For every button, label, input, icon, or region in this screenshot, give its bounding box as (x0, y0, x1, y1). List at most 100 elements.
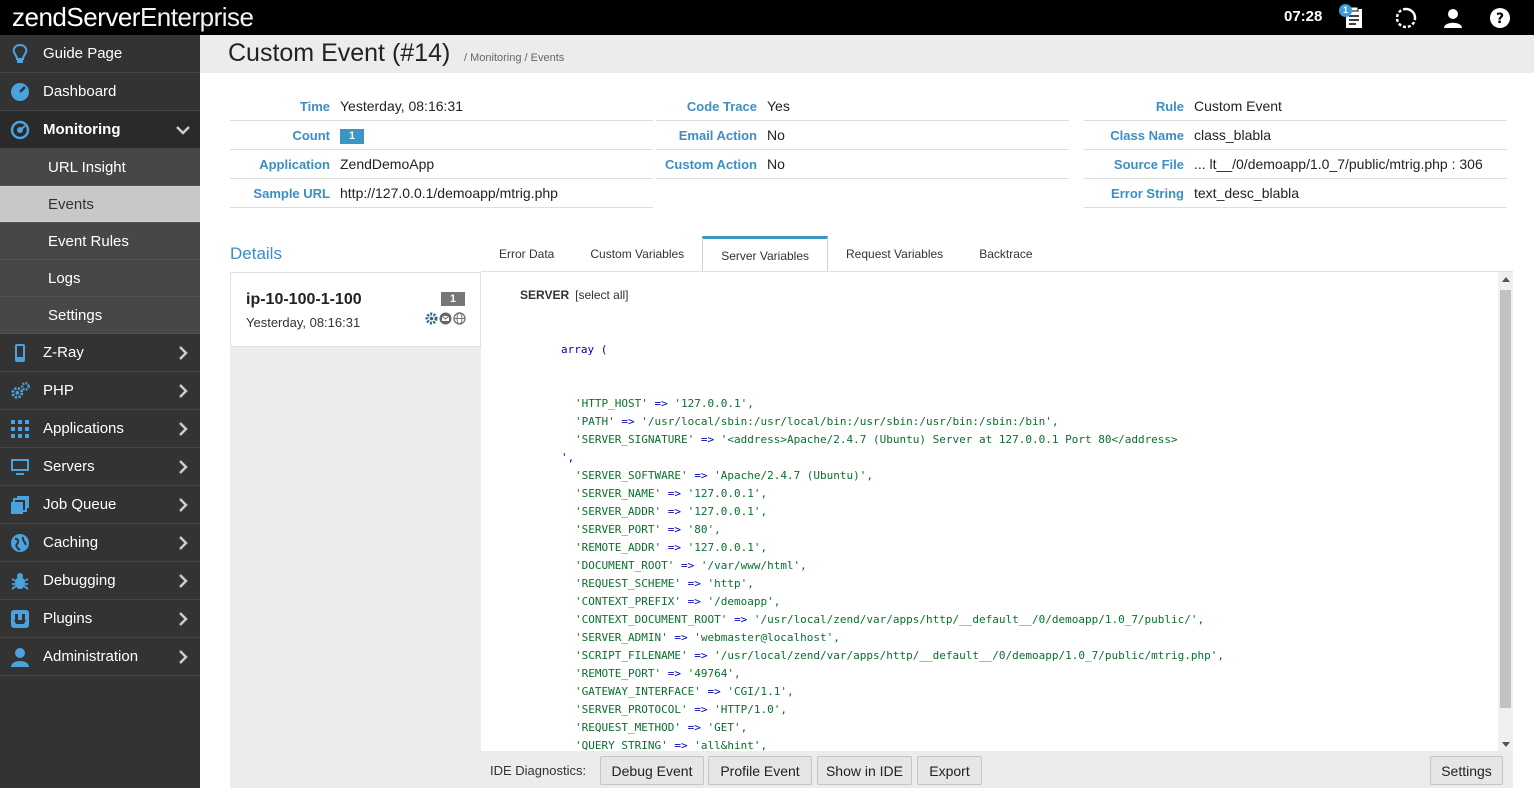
scroll-down-arrow[interactable] (1502, 742, 1510, 747)
help-icon[interactable]: ? (1488, 6, 1512, 30)
monitoring-icon (10, 120, 30, 140)
info-label: Class Name (1110, 127, 1184, 143)
scrollbar[interactable] (1498, 272, 1513, 751)
sidebar-item-servers[interactable]: Servers (0, 448, 200, 486)
info-value: Yes (767, 98, 790, 114)
server-card[interactable]: ip-10-100-1-100 Yesterday, 08:16:31 1 (230, 272, 481, 347)
array-open: array ( (561, 343, 608, 356)
server-count-badge: 1 (440, 292, 465, 306)
ide-diagnostics-label: IDE Diagnostics: (490, 763, 587, 778)
profile-event-button[interactable]: Profile Event (708, 756, 812, 785)
section-name: SERVER (520, 288, 570, 302)
sidebar-item-label: Dashboard (43, 83, 117, 100)
lightbulb-icon (10, 44, 30, 64)
code-line: 'SERVER_PORT' => '80', (575, 523, 721, 536)
chevron-right-icon (179, 460, 188, 474)
breadcrumb[interactable]: / Monitoring / Events (464, 52, 564, 64)
sidebar-item-label: PHP (43, 382, 74, 399)
refresh-icon[interactable] (1394, 6, 1418, 30)
globe-icon[interactable] (453, 312, 466, 325)
person-icon (10, 647, 30, 667)
mobile-icon (10, 343, 30, 363)
settings-button[interactable]: Settings (1430, 756, 1503, 785)
logo[interactable]: zendServerEnterprise (12, 2, 254, 32)
sidebar-sub-logs[interactable]: Logs (0, 260, 200, 297)
sidebar-item-job-queue[interactable]: Job Queue (0, 486, 200, 524)
title-bar: Custom Event (#14) / Monitoring / Events (200, 35, 1534, 73)
tab-server-variables[interactable]: Server Variables (702, 236, 829, 272)
sidebar-sub-event-rules[interactable]: Event Rules (0, 223, 200, 260)
info-column-1: Time Yesterday, 08:16:31 Count 1 Applica… (230, 92, 653, 208)
info-label: Sample URL (253, 185, 330, 201)
sidebar-sub-settings[interactable]: Settings (0, 297, 200, 334)
info-value: Custom Event (1194, 98, 1282, 114)
info-label: Time (299, 98, 330, 114)
tab-backtrace[interactable]: Backtrace (961, 236, 1050, 272)
info-row-source-file: Source File ... lt__/0/demoapp/1.0_7/pub… (1084, 150, 1507, 179)
user-icon[interactable] (1441, 6, 1465, 30)
details-heading: Details (230, 244, 282, 263)
sidebar-item-debugging[interactable]: Debugging (0, 562, 200, 600)
code-line: 'SERVER_NAME' => '127.0.0.1', (575, 487, 768, 500)
info-row-time: Time Yesterday, 08:16:31 (230, 92, 653, 121)
email-icon[interactable] (439, 312, 452, 325)
chevron-right-icon (179, 346, 188, 360)
sidebar-item-z-ray[interactable]: Z-Ray (0, 334, 200, 372)
tab-custom-variables[interactable]: Custom Variables (572, 236, 702, 272)
debug-event-button[interactable]: Debug Event (600, 756, 704, 785)
sidebar-sub-url-insight[interactable]: URL Insight (0, 149, 200, 186)
info-row-class-name: Class Name class_blabla (1084, 121, 1507, 150)
info-value: ... lt__/0/demoapp/1.0_7/public/mtrig.ph… (1194, 156, 1483, 172)
sidebar-item-administration[interactable]: Administration (0, 638, 200, 676)
gears-icon (10, 381, 30, 401)
code-line: 'REQUEST_SCHEME' => 'http', (575, 577, 754, 590)
info-row-sample-url: Sample URL http://127.0.0.1/demoapp/mtri… (230, 179, 653, 208)
sidebar-item-label: Z-Ray (43, 344, 84, 361)
sidebar-item-dashboard[interactable]: Dashboard (0, 73, 200, 111)
monitor-icon (10, 457, 30, 477)
info-row-custom-action: Custom Action No (656, 150, 1069, 179)
sidebar-item-applications[interactable]: Applications (0, 410, 200, 448)
sidebar-item-label: Caching (43, 534, 99, 551)
code-line: 'PATH' => '/usr/local/sbin:/usr/local/bi… (575, 415, 1059, 428)
sidebar-item-caching[interactable]: Caching (0, 524, 200, 562)
code-line: 'SERVER_ADMIN' => 'webmaster@localhost', (575, 631, 840, 644)
chevron-down-icon (176, 126, 190, 135)
notifications-icon[interactable]: 1 (1339, 4, 1366, 30)
chevron-right-icon (179, 612, 188, 626)
info-label: Custom Action (665, 156, 757, 172)
info-label: Code Trace (686, 98, 757, 114)
bug-icon (10, 571, 30, 591)
code-line: 'SERVER_ADDR' => '127.0.0.1', (575, 505, 768, 518)
show-in-ide-button[interactable]: Show in IDE (817, 756, 912, 785)
tab-request-variables[interactable]: Request Variables (828, 236, 961, 272)
info-row-count: Count 1 (230, 121, 653, 150)
scroll-up-arrow[interactable] (1502, 277, 1510, 282)
sidebar-item-php[interactable]: PHP (0, 372, 200, 410)
code-line: 'REQUEST_METHOD' => 'GET', (575, 721, 748, 734)
dashboard-icon (10, 82, 30, 102)
export-button[interactable]: Export (917, 756, 982, 785)
sidebar-item-guide-page[interactable]: Guide Page (0, 35, 200, 73)
main-content: Custom Event (#14) / Monitoring / Events… (200, 35, 1534, 788)
logo-zend: zend (12, 2, 67, 32)
sidebar-item-monitoring[interactable]: Monitoring (0, 111, 200, 149)
tab-error-data[interactable]: Error Data (481, 236, 572, 272)
sidebar-item-label: Monitoring (43, 121, 121, 138)
code-line: 'REMOTE_PORT' => '49764', (575, 667, 741, 680)
select-all-link[interactable]: [select all] (575, 288, 628, 302)
info-label: Email Action (678, 127, 757, 143)
page-title: Custom Event (#14) (228, 39, 451, 67)
clock: 07:28 (1284, 8, 1323, 25)
code-line: 'QUERY_STRING' => 'all&hint', (575, 739, 768, 751)
code-line: 'SERVER_SIGNATURE' => '<address>Apache/2… (575, 433, 1178, 446)
notification-count: 1 (1339, 4, 1352, 17)
gear-icon[interactable] (425, 312, 438, 325)
ide-diagnostics-bar: IDE Diagnostics: Debug Event Profile Eve… (481, 751, 1513, 788)
scroll-thumb[interactable] (1500, 290, 1511, 708)
info-label: Rule (1155, 98, 1184, 114)
sidebar-sub-events[interactable]: Events (0, 186, 200, 223)
info-column-3: Rule Custom Event Class Name class_blabl… (1084, 92, 1507, 208)
sidebar: Guide Page Dashboard Monitoring URL Insi… (0, 35, 200, 788)
sidebar-item-plugins[interactable]: Plugins (0, 600, 200, 638)
